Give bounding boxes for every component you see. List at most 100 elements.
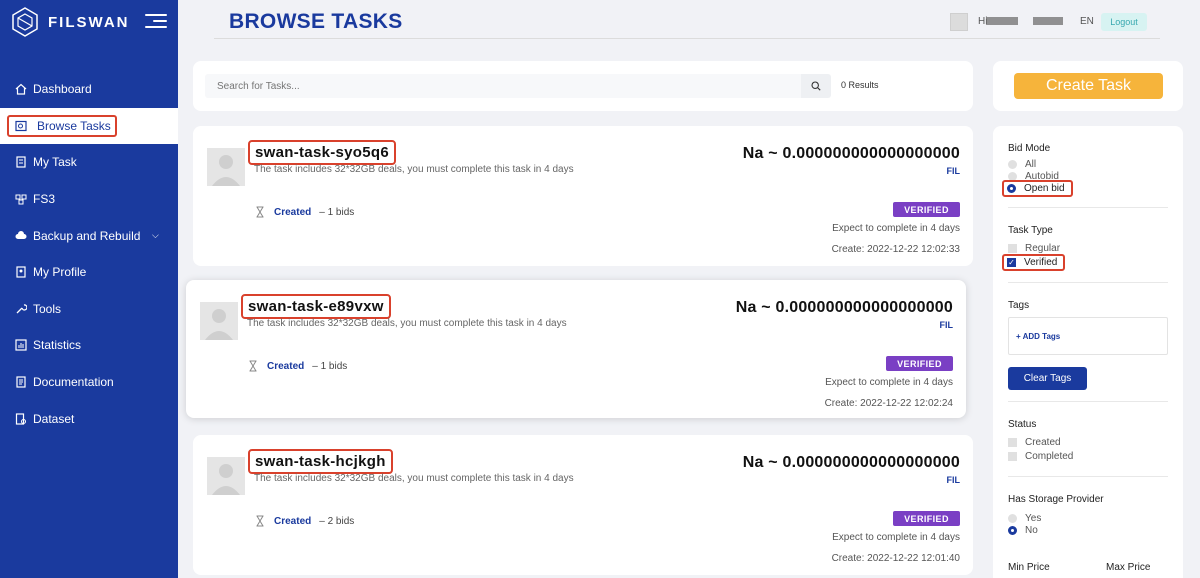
statistics-icon [14, 339, 27, 352]
sidebar-item-tools[interactable]: Tools [0, 291, 178, 328]
task-name[interactable]: swan-task-hcjkgh [248, 449, 393, 474]
redacted-wallet [1033, 17, 1063, 25]
create-task-card: Create Task [993, 61, 1183, 111]
search-input[interactable] [205, 74, 801, 98]
task-name[interactable]: swan-task-syo5q6 [248, 140, 397, 165]
created-timestamp: Create: 2022-12-22 12:02:24 [824, 398, 953, 409]
bids-count: – 1 bids [312, 360, 348, 372]
expected-duration: Expect to complete in 4 days [825, 377, 953, 388]
expected-duration: Expect to complete in 4 days [832, 532, 960, 543]
task-card[interactable]: swan-task-syo5q6 The task includes 32*32… [193, 126, 973, 266]
divider [1008, 476, 1168, 477]
divider [1008, 401, 1168, 402]
min-price-label: Min Price [1008, 562, 1050, 573]
sidebar-item-documentation[interactable]: Documentation [0, 364, 178, 401]
filter-panel: Bid Mode All Autobid Open bid Task Type … [993, 126, 1183, 578]
sidebar-item-label: Dashboard [33, 82, 92, 97]
option-label: No [1025, 525, 1038, 536]
radio-unchecked [1008, 514, 1017, 523]
hourglass-icon [256, 206, 264, 218]
task-status: Created – 2 bids [254, 515, 354, 527]
option-label: Completed [1025, 451, 1074, 462]
task-status: Created – 1 bids [247, 360, 347, 372]
bid-mode-open-bid[interactable]: Open bid [1002, 180, 1073, 197]
create-task-button[interactable]: Create Task [1014, 73, 1163, 99]
menu-toggle-icon[interactable] [145, 14, 167, 28]
sidebar-item-backup-and-rebuild[interactable]: Backup and Rebuild ⌵ [0, 217, 178, 254]
bid-mode-title: Bid Mode [1008, 143, 1051, 154]
bid-mode-all[interactable]: All [1008, 159, 1036, 170]
storage-provider-yes[interactable]: Yes [1008, 513, 1041, 524]
fs3-icon [14, 193, 27, 206]
task-card[interactable]: swan-task-hcjkgh The task includes 32*32… [193, 435, 973, 575]
divider [1008, 282, 1168, 283]
sidebar-item-fs3[interactable]: FS3 [0, 181, 178, 218]
created-timestamp: Create: 2022-12-22 12:02:33 [831, 244, 960, 255]
storage-provider-no[interactable]: No [1008, 525, 1038, 536]
status-label: Created [274, 206, 312, 218]
chevron-down-icon: ⌵ [152, 230, 159, 241]
sidebar-item-my-profile[interactable]: My Profile [0, 254, 178, 291]
max-price-label: Max Price [1106, 562, 1151, 573]
task-price: Na ~ 0.000000000000000000 [742, 454, 960, 471]
tags-title: Tags [1008, 300, 1030, 311]
task-avatar [200, 302, 238, 340]
task-type-regular[interactable]: Regular [1008, 243, 1060, 254]
task-avatar [207, 148, 245, 186]
radio-unchecked [1008, 160, 1017, 169]
sidebar-item-browse-tasks[interactable]: Browse Tasks [0, 107, 178, 145]
sidebar-item-label: My Profile [33, 265, 87, 280]
user-avatar[interactable] [950, 13, 968, 31]
task-name[interactable]: swan-task-e89vxw [241, 294, 391, 319]
logo[interactable]: FILSWAN [12, 6, 130, 38]
task-type-verified[interactable]: ✓ Verified [1002, 254, 1066, 271]
sidebar: FILSWAN Dashboard Browse Tasks My Task F… [0, 0, 178, 578]
checkbox-unchecked [1008, 438, 1017, 447]
sidebar-item-dataset[interactable]: Dataset [0, 400, 178, 437]
price-currency: FIL [946, 166, 961, 176]
verified-badge: VERIFIED [893, 202, 960, 217]
sidebar-item-label: Browse Tasks [7, 114, 117, 137]
page-title: BROWSE TASKS [229, 10, 403, 33]
sidebar-item-label: Backup and Rebuild [33, 228, 141, 243]
clear-tags-button[interactable]: Clear Tags [1008, 367, 1087, 390]
cloud-icon [14, 229, 27, 242]
bids-count: – 1 bids [319, 206, 355, 218]
created-timestamp: Create: 2022-12-22 12:01:40 [831, 553, 960, 564]
task-description: The task includes 32*32GB deals, you mus… [254, 164, 574, 175]
status-created[interactable]: Created [1008, 437, 1061, 448]
logout-button[interactable]: Logout [1101, 13, 1147, 31]
task-card[interactable]: swan-task-e89vxw The task includes 32*32… [186, 280, 966, 418]
dataset-icon [14, 412, 27, 425]
storage-provider-title: Has Storage Provider [1008, 494, 1104, 505]
home-icon [14, 83, 27, 96]
search-button[interactable] [801, 74, 831, 98]
redacted-username [986, 17, 1018, 25]
verified-badge: VERIFIED [886, 356, 953, 371]
sidebar-item-statistics[interactable]: Statistics [0, 327, 178, 364]
tags-input[interactable]: + ADD Tags [1008, 317, 1168, 355]
documentation-icon [14, 376, 27, 389]
option-label: Regular [1025, 243, 1061, 254]
language-switch[interactable]: EN [1080, 16, 1094, 27]
status-title: Status [1008, 419, 1037, 430]
sidebar-item-my-task[interactable]: My Task [0, 144, 178, 181]
sidebar-item-label: My Task [33, 155, 77, 170]
profile-icon [14, 266, 27, 279]
sidebar-item-dashboard[interactable]: Dashboard [0, 71, 178, 108]
sidebar-item-label: Statistics [33, 338, 82, 353]
add-tags-link[interactable]: + ADD Tags [1016, 332, 1060, 341]
task-price: Na ~ 0.000000000000000000 [742, 145, 960, 162]
radio-checked [1007, 184, 1016, 193]
task-description: The task includes 32*32GB deals, you mus… [247, 318, 567, 329]
hourglass-icon [249, 360, 257, 372]
status-completed[interactable]: Completed [1008, 451, 1073, 462]
verified-badge: VERIFIED [893, 511, 960, 526]
option-label: All [1025, 159, 1037, 170]
status-label: Created [274, 515, 312, 527]
option-label: Created [1025, 437, 1061, 448]
tools-icon [14, 302, 27, 315]
brand-name: FILSWAN [48, 13, 130, 31]
bids-count: – 2 bids [319, 515, 355, 527]
search-card: 0 Results [193, 61, 973, 111]
